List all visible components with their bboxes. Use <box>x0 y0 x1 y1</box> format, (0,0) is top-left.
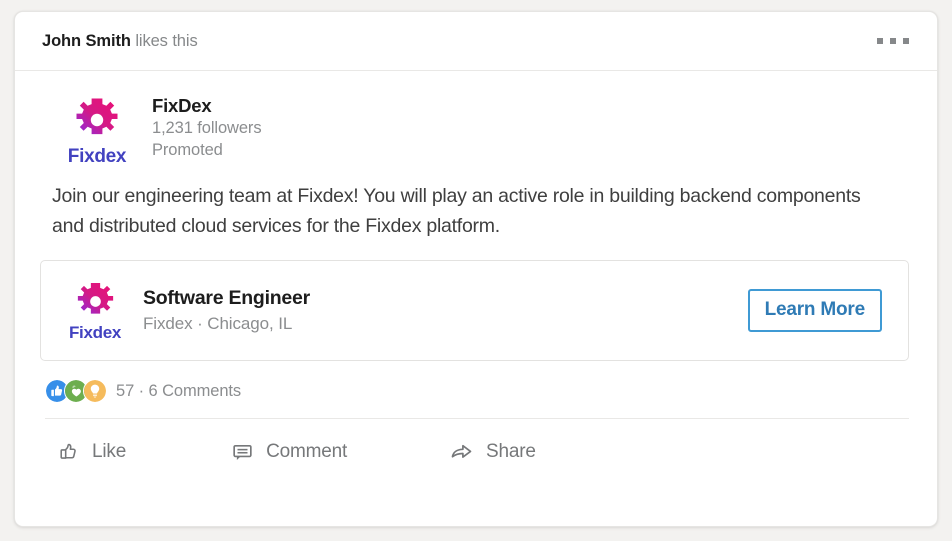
comment-button-label: Comment <box>266 440 348 462</box>
social-counts-row: 57 · 6 Comments <box>15 361 937 404</box>
job-meta: Software Engineer Fixdex · Chicago, IL <box>135 285 748 336</box>
overflow-menu-button[interactable] <box>873 28 913 54</box>
fixdex-gear-logo-icon <box>77 283 113 314</box>
fixdex-gear-logo-icon <box>76 98 118 135</box>
feed-post-card: John Smith likes this Fixdex FixDex 1,23… <box>14 11 938 527</box>
follower-count: 1,231 followers <box>152 119 262 138</box>
menu-dot-icon <box>890 38 896 44</box>
learn-more-button[interactable]: Learn More <box>747 289 882 333</box>
reaction-icons-group[interactable] <box>45 379 107 404</box>
like-button-label: Like <box>92 440 127 462</box>
job-entity-card[interactable]: Fixdex Software Engineer Fixdex · Chicag… <box>40 260 909 362</box>
fixdex-wordmark: Fixdex <box>67 146 127 167</box>
comment-button[interactable]: Comment <box>217 431 360 472</box>
share-button[interactable]: Share <box>436 431 549 472</box>
social-proof-suffix: likes this <box>130 31 198 50</box>
share-button-label: Share <box>486 440 536 462</box>
company-avatar[interactable]: Fixdex <box>51 93 143 168</box>
insightful-reaction-icon <box>83 379 107 404</box>
thumbs-up-icon <box>60 443 76 460</box>
fixdex-wordmark: Fixdex <box>68 323 122 343</box>
post-author-row: Fixdex FixDex 1,231 followers Promoted <box>15 71 937 168</box>
menu-dot-icon <box>903 38 909 44</box>
social-proof-text: John Smith likes this <box>42 32 198 51</box>
company-name[interactable]: FixDex <box>152 94 261 118</box>
post-header: John Smith likes this <box>15 12 937 71</box>
post-body-text: Join our engineering team at Fixdex! You… <box>52 185 861 237</box>
job-title[interactable]: Software Engineer <box>143 285 748 311</box>
job-subtitle: Fixdex · Chicago, IL <box>143 314 293 334</box>
reaction-comment-counts[interactable]: 57 · 6 Comments <box>116 382 241 401</box>
post-action-bar: Like Comment Share <box>15 419 937 472</box>
actor-name[interactable]: John Smith <box>42 32 131 50</box>
entity-company-avatar: Fixdex <box>55 278 135 343</box>
menu-dot-icon <box>877 38 883 44</box>
share-arrow-icon <box>451 445 472 459</box>
author-meta: FixDex 1,231 followers Promoted <box>143 93 262 162</box>
like-button[interactable]: Like <box>43 431 139 472</box>
promoted-label: Promoted <box>152 141 223 160</box>
comment-bubble-icon <box>233 445 252 461</box>
